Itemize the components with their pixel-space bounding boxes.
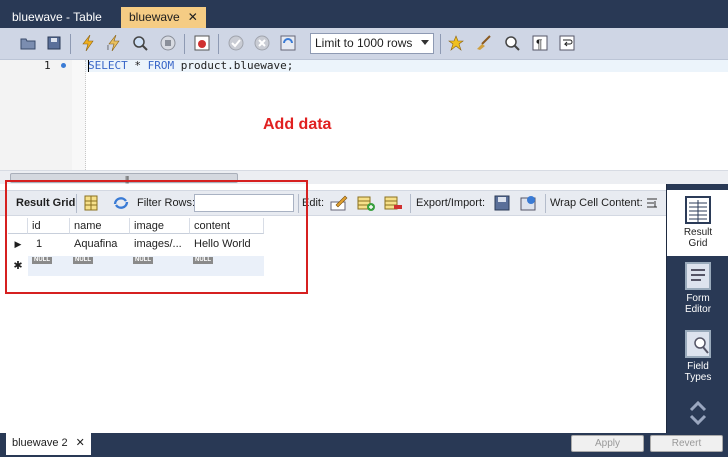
find-magnifier-icon[interactable] (502, 33, 522, 53)
text-caret (88, 60, 89, 72)
result-tab-label: bluewave 2 (12, 437, 68, 449)
result-grid-icon (685, 196, 711, 224)
svg-text:I: I (107, 45, 109, 51)
sql-keyword: FROM (147, 59, 175, 72)
edit-row-icon[interactable] (330, 195, 348, 214)
toolbar-separator (184, 34, 185, 54)
result-side-panel: Result Grid Form Editor Field Types (666, 184, 728, 433)
sql-text[interactable]: SELECT * FROM product.bluewave; (88, 60, 293, 72)
sql-token: product.bluewave; (174, 59, 294, 72)
side-result-grid-button[interactable]: Result Grid (667, 190, 728, 256)
field-types-icon (685, 330, 711, 358)
toolbar-separator (410, 194, 411, 213)
import-icon[interactable] (520, 195, 536, 214)
sql-token: * (127, 59, 148, 72)
export-icon[interactable] (494, 195, 510, 214)
chevron-up-down-icon (689, 400, 707, 426)
annotation-text: Add data (263, 116, 332, 133)
limit-rows-value: Limit to 1000 rows (315, 36, 413, 50)
toolbar-separator (218, 34, 219, 54)
explain-magnifier-icon[interactable] (130, 33, 150, 53)
editor-tab-bar: bluewave - Table bluewave ✕ (0, 0, 728, 28)
stop-icon[interactable] (158, 33, 178, 53)
side-panel-scroll-button[interactable] (667, 400, 728, 428)
form-editor-icon (685, 262, 711, 290)
tab-label: bluewave (129, 10, 180, 24)
insert-row-icon[interactable] (357, 195, 375, 214)
revert-button[interactable]: Revert (650, 435, 723, 452)
tab-bluewave[interactable]: bluewave ✕ (121, 7, 206, 28)
side-label-line-2: Grid (688, 238, 708, 249)
autocommit-icon[interactable] (278, 33, 298, 53)
line-number: 1 (44, 59, 51, 72)
side-form-editor-button[interactable]: Form Editor (667, 262, 728, 322)
statement-marker-icon (61, 63, 66, 68)
sql-editor[interactable]: 1 SELECT * FROM product.bluewave; Add da… (0, 60, 728, 170)
line-number-gutter: 1 (0, 60, 72, 170)
side-label-line-1: Result (683, 227, 713, 238)
broom-icon[interactable] (474, 33, 494, 53)
open-folder-icon[interactable] (18, 33, 38, 53)
side-label-line-2: Types (684, 372, 712, 383)
stop-on-error-icon[interactable] (192, 33, 212, 53)
save-icon[interactable] (44, 33, 64, 53)
execute-lightning-icon[interactable] (78, 33, 98, 53)
beautify-star-icon[interactable] (446, 33, 466, 53)
wrap-cell-content-label: Wrap Cell Content: (550, 197, 643, 209)
apply-button[interactable]: Apply (571, 435, 644, 452)
highlight-annotation-box (5, 180, 308, 294)
close-icon[interactable]: ✕ (188, 10, 198, 24)
toolbar-separator (440, 34, 441, 54)
svg-text:¶: ¶ (536, 37, 542, 51)
result-tab-bluewave-2[interactable]: bluewave 2 ✕ (6, 433, 91, 455)
side-label-line-2: Editor (684, 304, 712, 315)
tab-label: bluewave - Table (12, 10, 102, 24)
export-import-label: Export/Import: (416, 197, 486, 209)
wrap-toggle-icon[interactable] (645, 196, 659, 213)
bottom-bar: bluewave 2 ✕ Apply Revert (0, 433, 728, 457)
close-icon[interactable]: ✕ (76, 437, 85, 449)
toolbar-separator (545, 194, 546, 213)
execute-current-icon[interactable]: I (104, 33, 124, 53)
side-label-line-1: Field (687, 361, 709, 372)
fold-margin (72, 60, 86, 170)
side-label-line-1: Form (686, 293, 710, 304)
chevron-down-icon (421, 40, 429, 45)
sql-keyword: SELECT (88, 59, 128, 72)
delete-row-icon[interactable] (384, 195, 402, 214)
rollback-icon[interactable] (252, 33, 272, 53)
limit-rows-select[interactable]: Limit to 1000 rows (310, 33, 434, 54)
side-field-types-button[interactable]: Field Types (667, 330, 728, 390)
word-wrap-icon[interactable] (557, 33, 577, 53)
tab-bluewave-table[interactable]: bluewave - Table (4, 7, 110, 28)
commit-icon[interactable] (226, 33, 246, 53)
toolbar-separator (70, 34, 71, 54)
sql-editor-toolbar: I Limit to 1000 rows ¶ (0, 28, 728, 60)
invisible-chars-icon[interactable]: ¶ (530, 33, 550, 53)
